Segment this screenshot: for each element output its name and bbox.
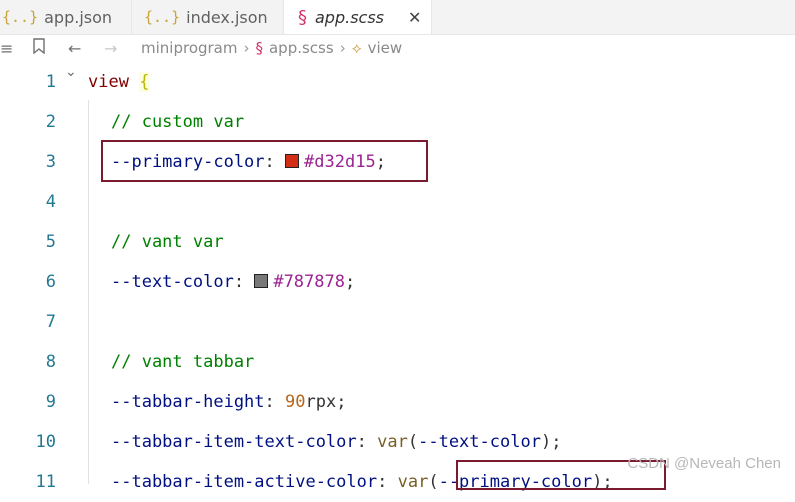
code-text: --tabbar-item-active-color: var(--primar… xyxy=(111,472,613,492)
tab-index-json[interactable]: {..} index.json xyxy=(132,0,284,34)
line-number: 2 xyxy=(45,112,56,132)
forward-arrow-icon[interactable]: → xyxy=(104,39,117,58)
json-file-icon: {..} xyxy=(2,8,39,26)
code-text: --tabbar-height: 90rpx; xyxy=(111,392,347,412)
line-number: 11 xyxy=(35,472,56,492)
code-text: --primary-color: #d32d15; xyxy=(111,152,386,172)
line-number: 6 xyxy=(45,272,56,292)
watermark: CSDN @Neveah Chen xyxy=(627,455,781,472)
code-text: view { xyxy=(88,72,150,92)
sass-file-icon: § xyxy=(255,39,263,57)
chevron-down-icon[interactable]: ⌄ xyxy=(65,64,77,80)
close-icon[interactable]: ✕ xyxy=(408,8,421,27)
color-swatch[interactable] xyxy=(254,274,269,288)
chevron-right-icon: › xyxy=(243,39,250,57)
line-number: 1 xyxy=(45,72,56,92)
chevron-right-icon: › xyxy=(339,39,346,57)
color-swatch[interactable] xyxy=(285,154,300,168)
breadcrumb: ≡ ← → miniprogram › § app.scss › ⟡ view xyxy=(0,34,795,62)
symbol-class-icon: ⟡ xyxy=(351,39,362,57)
line-number: 7 xyxy=(45,312,56,332)
code-comment: // custom var xyxy=(111,112,245,132)
tab-bar: {..} app.json {..} index.json § app.scss… xyxy=(0,0,795,35)
line-number: 8 xyxy=(45,352,56,372)
code-text: --text-color: #787878; xyxy=(111,272,356,292)
code-line[interactable]: 8 // vant tabbar xyxy=(0,342,795,382)
line-number: 9 xyxy=(45,392,56,412)
bookmark-icon[interactable] xyxy=(32,38,46,58)
code-line[interactable]: 3 --primary-color: #d32d15; xyxy=(0,142,795,182)
code-text: --tabbar-item-text-color: var(--text-col… xyxy=(111,432,562,452)
line-number: 10 xyxy=(35,432,56,452)
tab-label: app.scss xyxy=(315,7,385,27)
menu-icon[interactable]: ≡ xyxy=(0,39,13,58)
code-line[interactable]: 5 // vant var xyxy=(0,222,795,262)
tab-app-json[interactable]: {..} app.json xyxy=(0,0,132,34)
breadcrumb-folder[interactable]: miniprogram xyxy=(141,39,237,57)
code-line[interactable]: 2 // custom var xyxy=(0,102,795,142)
json-file-icon: {..} xyxy=(144,8,181,26)
tab-app-scss[interactable]: § app.scss ✕ xyxy=(284,0,432,34)
tab-label: index.json xyxy=(186,7,268,27)
code-line[interactable]: 7 xyxy=(0,302,795,342)
line-number: 3 xyxy=(45,152,56,172)
code-line[interactable]: 6 --text-color: #787878; xyxy=(0,262,795,302)
code-line[interactable]: 9 --tabbar-height: 90rpx; xyxy=(0,382,795,422)
breadcrumb-file[interactable]: app.scss xyxy=(269,39,334,57)
line-number: 5 xyxy=(45,232,56,252)
sass-file-icon: § xyxy=(298,6,307,28)
code-line[interactable]: 1 ⌄ view { xyxy=(0,62,795,102)
line-number: 4 xyxy=(45,192,56,212)
code-comment: // vant var xyxy=(111,232,224,252)
code-comment: // vant tabbar xyxy=(111,352,255,372)
code-line[interactable]: 4 xyxy=(0,182,795,222)
tab-label: app.json xyxy=(44,7,113,27)
back-arrow-icon[interactable]: ← xyxy=(68,39,81,58)
code-editor[interactable]: 1 ⌄ view { 2 // custom var 3 --primary-c… xyxy=(0,62,795,492)
breadcrumb-symbol[interactable]: view xyxy=(368,39,403,57)
